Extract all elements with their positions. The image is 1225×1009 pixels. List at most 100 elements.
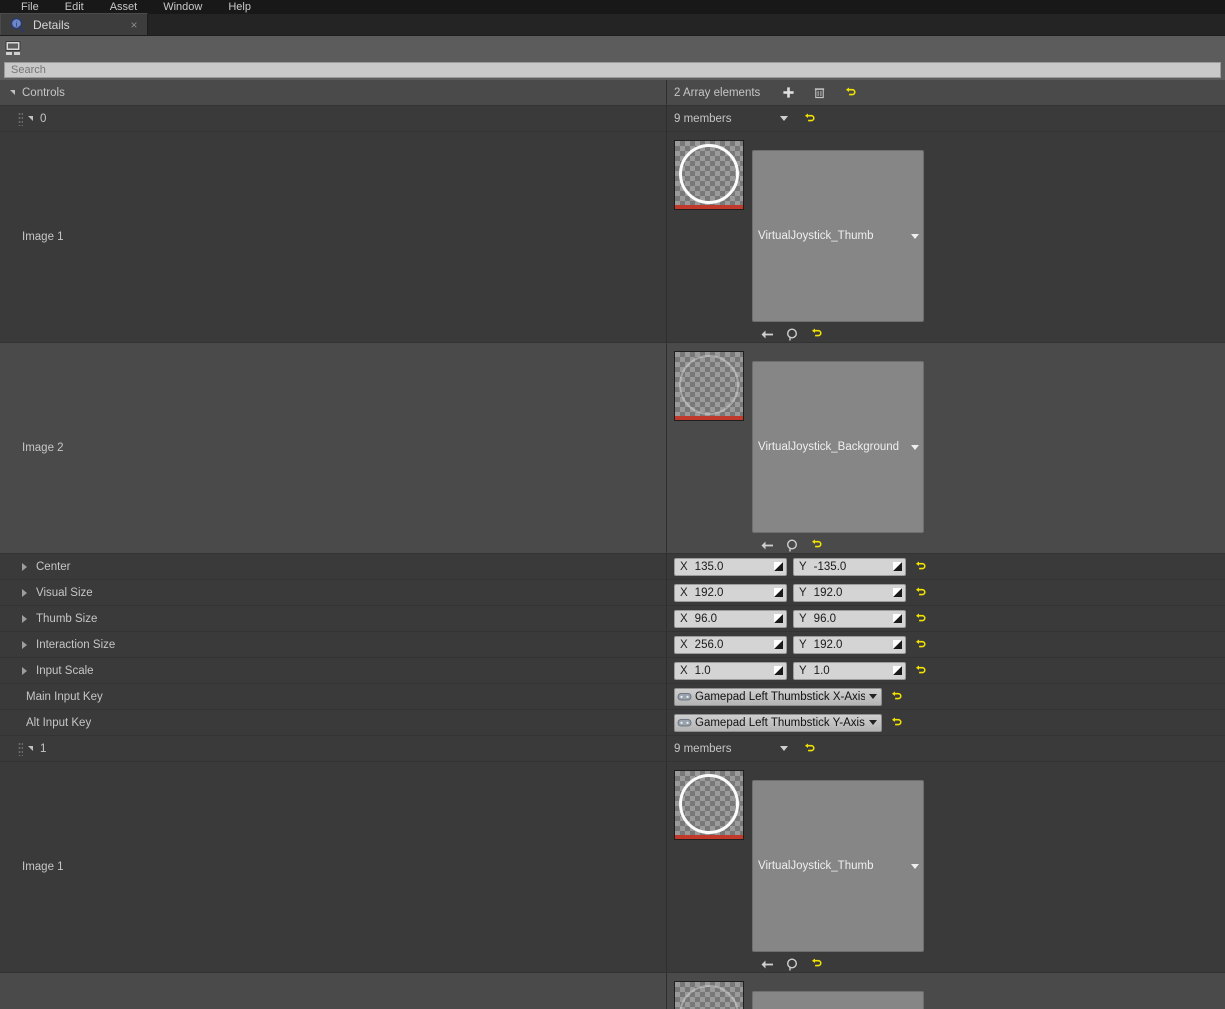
menu-item-window[interactable]: Window	[150, 0, 215, 14]
spinner-icon[interactable]	[893, 666, 902, 675]
input-scale-y-field-0[interactable]: Y 1.0	[793, 661, 906, 680]
asset-picker-image1-1[interactable]: VirtualJoystick_Thumb	[752, 780, 924, 952]
use-selected-asset-icon[interactable]	[760, 957, 775, 972]
axis-label-x: X	[680, 560, 688, 573]
spinner-icon[interactable]	[774, 588, 783, 597]
visual-size-x-field-0[interactable]: X 192.0	[674, 583, 787, 602]
joystick-background-circle-icon	[679, 355, 739, 415]
use-selected-asset-icon[interactable]	[760, 327, 775, 342]
browse-to-asset-icon[interactable]	[785, 957, 800, 972]
property-row-center-0: Center X 135.0 Y -135.0	[0, 554, 1225, 580]
tab-details[interactable]: i Details ×	[0, 13, 148, 35]
chevron-down-icon[interactable]	[779, 116, 788, 121]
spinner-icon[interactable]	[893, 588, 902, 597]
reset-interaction-size-icon-0[interactable]	[912, 637, 928, 653]
reset-input-scale-icon-0[interactable]	[912, 663, 928, 679]
category-row-controls[interactable]: Controls 2 Array elements	[0, 80, 1225, 106]
thumb-size-y-value-0: 96.0	[813, 612, 837, 625]
asset-picker-image2-0[interactable]: VirtualJoystick_Background	[752, 361, 924, 533]
thumb-size-x-field-0[interactable]: X 96.0	[674, 609, 787, 628]
asset-thumbnail-image2-1[interactable]	[674, 981, 744, 1009]
spinner-icon[interactable]	[774, 614, 783, 623]
chevron-down-icon	[911, 863, 919, 869]
chevron-down-icon[interactable]	[28, 116, 33, 121]
property-label-main-input-key: Main Input Key	[0, 684, 667, 709]
reset-alt-input-key-icon-0[interactable]	[888, 715, 904, 731]
browse-to-asset-icon[interactable]	[785, 327, 800, 342]
chevron-down-icon[interactable]	[28, 746, 33, 751]
reset-thumb-size-icon-0[interactable]	[912, 611, 928, 627]
chevron-right-icon[interactable]	[22, 640, 27, 649]
add-element-button[interactable]	[780, 85, 796, 101]
property-row-interaction-size-0: Interaction Size X 256.0 Y 192.0	[0, 632, 1225, 658]
reset-array-icon[interactable]	[842, 85, 858, 101]
property-row-image1-0: Image 1 VirtualJoystick_Thumb	[0, 132, 1225, 343]
drag-handle-icon[interactable]	[18, 741, 23, 756]
delete-elements-button[interactable]	[811, 85, 827, 101]
interaction-size-y-value-0: 192.0	[813, 638, 843, 651]
main-input-key-dropdown-0[interactable]: Gamepad Left Thumbstick X-Axis	[674, 687, 882, 706]
property-row-thumb-size-0: Thumb Size X 96.0 Y 96.0	[0, 606, 1225, 632]
center-x-field-0[interactable]: X 135.0	[674, 557, 787, 576]
menu-item-file[interactable]: File	[8, 0, 52, 14]
thumb-size-x-value-0: 96.0	[694, 612, 718, 625]
gamepad-icon	[677, 717, 692, 728]
thumb-size-y-field-0[interactable]: Y 96.0	[793, 609, 906, 628]
main-input-key-value-0: Gamepad Left Thumbstick X-Axis	[695, 690, 865, 703]
tab-strip: i Details ×	[0, 13, 1225, 36]
spinner-icon[interactable]	[893, 614, 902, 623]
search-input[interactable]	[4, 62, 1221, 78]
reset-members-icon[interactable]	[802, 741, 818, 757]
asset-name-image1-0: VirtualJoystick_Thumb	[758, 230, 874, 242]
gamepad-icon	[677, 691, 692, 702]
reset-center-icon-0[interactable]	[912, 559, 928, 575]
center-y-field-0[interactable]: Y -135.0	[793, 557, 906, 576]
visual-size-y-field-0[interactable]: Y 192.0	[793, 583, 906, 602]
chevron-right-icon[interactable]	[22, 562, 27, 571]
spinner-icon[interactable]	[774, 562, 783, 571]
reset-main-input-key-icon-0[interactable]	[888, 689, 904, 705]
spinner-icon[interactable]	[774, 666, 783, 675]
reset-asset-icon[interactable]	[810, 327, 825, 342]
chevron-down-icon[interactable]	[779, 746, 788, 751]
asset-thumbnail-image1-1[interactable]	[674, 770, 744, 840]
chevron-right-icon[interactable]	[22, 588, 27, 597]
spinner-icon[interactable]	[893, 640, 902, 649]
axis-label-x: X	[680, 612, 688, 625]
details-panel: Controls 2 Array elements 0 9 members Im…	[0, 80, 1225, 1009]
asset-picker-image1-0[interactable]: VirtualJoystick_Thumb	[752, 150, 924, 322]
chevron-down-icon	[911, 233, 919, 239]
asset-thumbnail-image1-0[interactable]	[674, 140, 744, 210]
joystick-thumb-circle-icon	[679, 144, 739, 204]
asset-thumbnail-image2-0[interactable]	[674, 351, 744, 421]
reset-asset-icon[interactable]	[810, 538, 825, 553]
menu-item-asset[interactable]: Asset	[97, 0, 151, 14]
interaction-size-y-field-0[interactable]: Y 192.0	[793, 635, 906, 654]
reset-asset-icon[interactable]	[810, 957, 825, 972]
close-icon[interactable]: ×	[127, 18, 141, 32]
menu-item-help[interactable]: Help	[215, 0, 264, 14]
display-options-icon[interactable]	[3, 38, 23, 58]
reset-members-icon[interactable]	[802, 111, 818, 127]
input-scale-x-field-0[interactable]: X 1.0	[674, 661, 787, 680]
use-selected-asset-icon[interactable]	[760, 538, 775, 553]
interaction-size-x-field-0[interactable]: X 256.0	[674, 635, 787, 654]
axis-label-x: X	[680, 664, 688, 677]
array-element-header-0[interactable]: 0 9 members	[0, 106, 1225, 132]
reset-visual-size-icon-0[interactable]	[912, 585, 928, 601]
chevron-down-icon	[911, 444, 919, 450]
spinner-icon[interactable]	[774, 640, 783, 649]
property-row-image1-1: Image 1 VirtualJoystick_Thumb	[0, 762, 1225, 973]
visual-size-x-value-0: 192.0	[694, 586, 724, 599]
chevron-right-icon[interactable]	[22, 666, 27, 675]
menu-item-edit[interactable]: Edit	[52, 0, 97, 14]
interaction-size-x-value-0: 256.0	[694, 638, 724, 651]
browse-to-asset-icon[interactable]	[785, 538, 800, 553]
chevron-right-icon[interactable]	[22, 614, 27, 623]
spinner-icon[interactable]	[893, 562, 902, 571]
chevron-down-icon[interactable]	[10, 90, 15, 95]
array-element-header-1[interactable]: 1 9 members	[0, 736, 1225, 762]
asset-picker-image2-1[interactable]: VirtualJoystick_Background	[752, 991, 924, 1009]
drag-handle-icon[interactable]	[18, 111, 23, 126]
alt-input-key-dropdown-0[interactable]: Gamepad Left Thumbstick Y-Axis	[674, 713, 882, 732]
